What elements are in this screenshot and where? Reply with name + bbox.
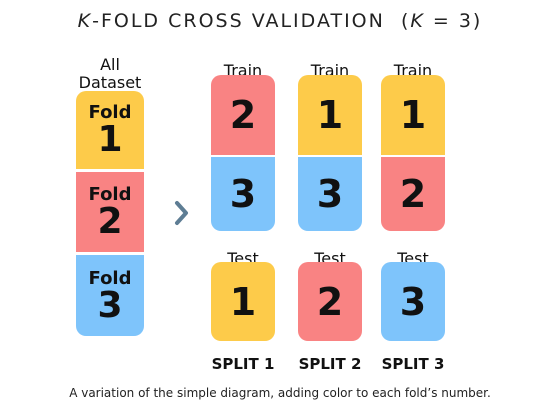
title-k: K <box>77 10 93 32</box>
dataset-fold-2: Fold 2 <box>76 172 144 252</box>
fold-number: 3 <box>229 172 257 216</box>
dataset-header-line1: All <box>100 55 120 74</box>
split-1-train-column: 2 3 <box>211 75 275 231</box>
chevron-right-icon <box>175 201 188 225</box>
diagram-title: K-FOLD CROSS VALIDATION (K = 3) <box>0 10 560 32</box>
dataset-header-line2: Dataset <box>78 73 142 92</box>
split-1-label: SPLIT 1 <box>211 355 275 373</box>
split-2-label: SPLIT 2 <box>298 355 362 373</box>
fold-number: 1 <box>316 93 344 137</box>
fold-number: 1 <box>399 93 427 137</box>
split-3-train-fold-a: 1 <box>381 75 445 155</box>
fold-number: 3 <box>316 172 344 216</box>
split-2-train-fold-a: 1 <box>298 75 362 155</box>
split-1-train-fold-b: 3 <box>211 157 275 231</box>
dataset-fold-1: Fold 1 <box>76 91 144 169</box>
fold-number: 3 <box>97 284 123 326</box>
fold-number: 1 <box>97 119 123 160</box>
split-1-train-fold-a: 2 <box>211 75 275 155</box>
split-1-test-fold: 1 <box>211 262 275 341</box>
fold-number: 2 <box>97 201 123 242</box>
title-paren: (K = 3) <box>400 10 483 32</box>
caption: A variation of the simple diagram, addin… <box>69 386 491 400</box>
fold-number: 2 <box>316 279 344 324</box>
fold-number: 1 <box>229 279 257 324</box>
split-2-test-fold: 2 <box>298 262 362 341</box>
fold-number: 2 <box>399 172 427 216</box>
title-main: -FOLD CROSS VALIDATION <box>92 10 385 32</box>
dataset-header: All Dataset <box>74 56 146 92</box>
fold-number: 2 <box>229 93 257 137</box>
split-2-train-column: 1 3 <box>298 75 362 231</box>
fold-number: 3 <box>399 279 427 324</box>
split-3-train-fold-b: 2 <box>381 157 445 231</box>
dataset-column: Fold 1 Fold 2 Fold 3 <box>76 91 144 336</box>
split-3-train-column: 1 2 <box>381 75 445 231</box>
split-3-test-fold: 3 <box>381 262 445 341</box>
dataset-fold-3: Fold 3 <box>76 255 144 336</box>
split-2-train-fold-b: 3 <box>298 157 362 231</box>
split-3-label: SPLIT 3 <box>381 355 445 373</box>
